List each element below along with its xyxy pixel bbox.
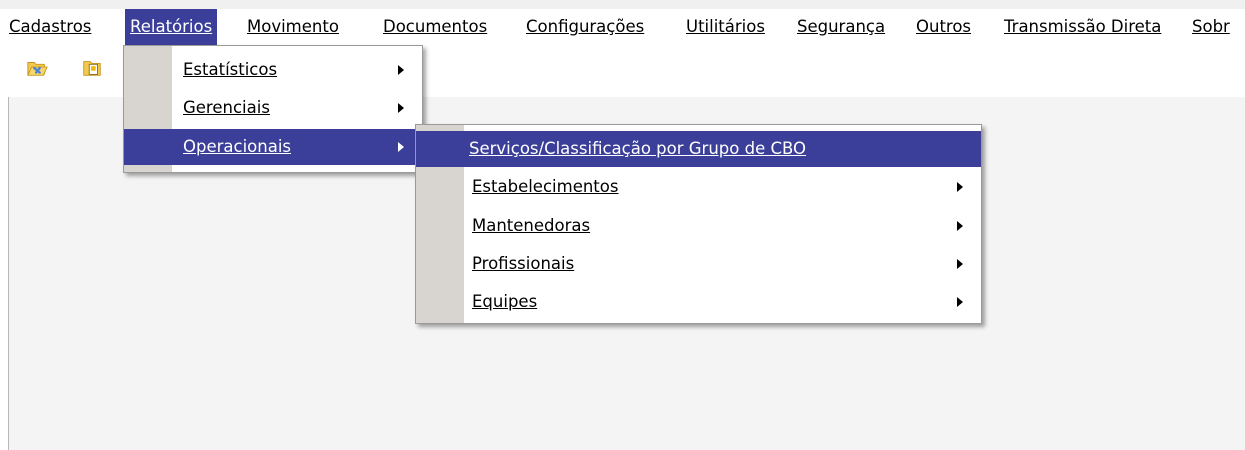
relatorios-dropdown-menu: Estatísticos Gerenciais Operacionais: [123, 45, 423, 173]
folder-open-icon[interactable]: [26, 57, 48, 79]
menu-relatorios[interactable]: Relatórios: [125, 9, 218, 45]
menu-item-label: Gerenciais: [183, 98, 270, 117]
menu-documentos[interactable]: Documentos: [381, 9, 489, 45]
menu-item-mantenedoras[interactable]: Mantenedoras: [416, 208, 981, 244]
submenu-arrow-icon: [957, 259, 963, 269]
menu-item-equipes[interactable]: Equipes: [416, 284, 981, 320]
submenu-arrow-icon: [957, 221, 963, 231]
menu-item-profissionais[interactable]: Profissionais: [416, 246, 981, 282]
menu-item-label: Estabelecimentos: [472, 177, 619, 196]
menu-item-label: Equipes: [472, 292, 538, 311]
menu-outros[interactable]: Outros: [914, 9, 973, 45]
window-left-edge: [0, 45, 8, 450]
menu-item-label: Operacionais: [183, 137, 292, 156]
submenu-arrow-icon: [957, 182, 963, 192]
menu-item-label: Profissionais: [472, 254, 575, 273]
menu-item-estatisticos[interactable]: Estatísticos: [124, 52, 422, 88]
submenu-arrow-icon: [957, 297, 963, 307]
menu-seguranca[interactable]: Segurança: [795, 9, 887, 45]
menu-utilitarios[interactable]: Utilitários: [684, 9, 767, 45]
menu-configuracoes[interactable]: Configurações: [524, 9, 646, 45]
menu-item-label: Serviços/Classificação por Grupo de CBO: [469, 139, 807, 158]
menu-item-label: Estatísticos: [183, 60, 278, 79]
operacionais-submenu: Serviços/Classificação por Grupo de CBO …: [415, 124, 982, 324]
menu-sobre[interactable]: Sobr: [1190, 9, 1232, 45]
submenu-arrow-icon: [398, 65, 404, 75]
submenu-arrow-icon: [398, 103, 404, 113]
menu-item-servicos-classificacao-cbo[interactable]: Serviços/Classificação por Grupo de CBO: [416, 131, 981, 167]
menu-bar: Cadastros Relatórios Movimento Documento…: [0, 9, 1245, 45]
menu-item-gerenciais[interactable]: Gerenciais: [124, 90, 422, 126]
menu-transmissao-direta[interactable]: Transmissão Direta: [1002, 9, 1163, 45]
menu-item-estabelecimentos[interactable]: Estabelecimentos: [416, 169, 981, 205]
menu-item-label: Mantenedoras: [472, 216, 591, 235]
application-window: Cadastros Relatórios Movimento Documento…: [0, 0, 1245, 450]
folder-document-icon[interactable]: [81, 57, 103, 79]
menu-cadastros[interactable]: Cadastros: [7, 9, 93, 45]
menu-item-operacionais[interactable]: Operacionais: [124, 129, 422, 165]
menu-movimento[interactable]: Movimento: [245, 9, 341, 45]
submenu-arrow-icon: [398, 142, 404, 152]
